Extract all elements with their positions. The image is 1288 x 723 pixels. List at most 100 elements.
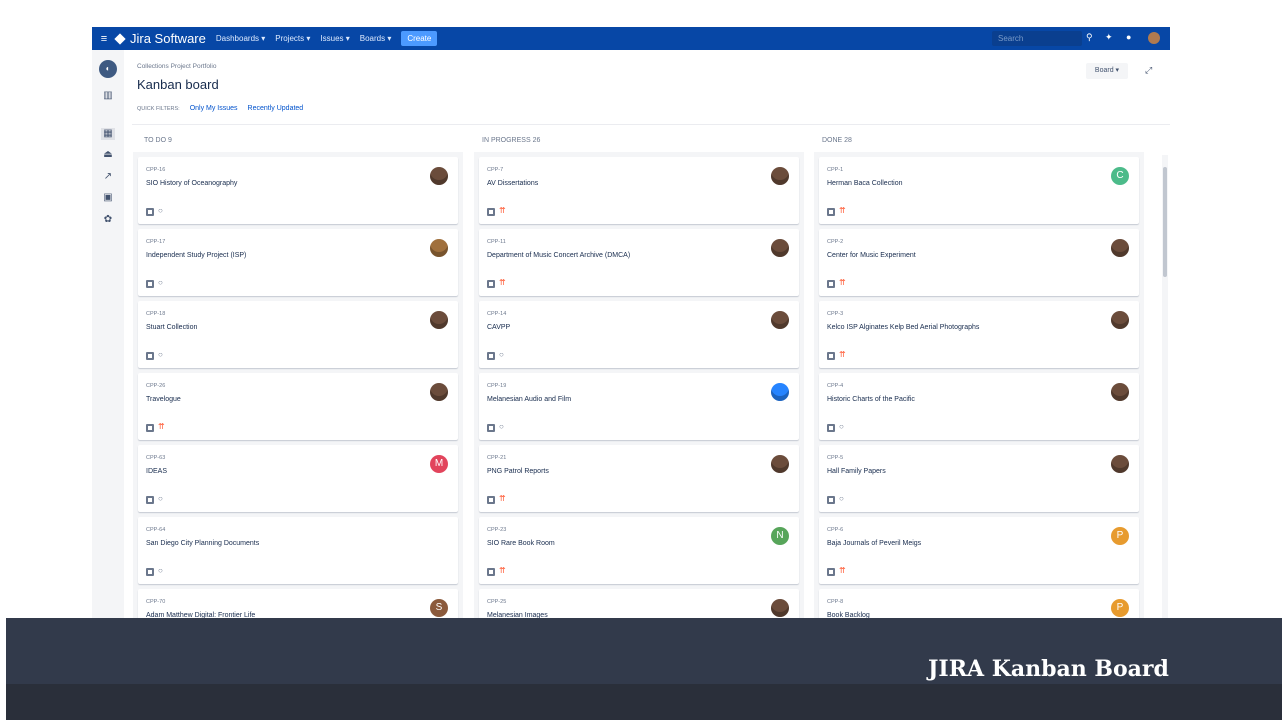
- issue-card[interactable]: CPP-11 Department of Music Concert Archiv…: [479, 229, 799, 296]
- issue-key[interactable]: CPP-7: [487, 167, 503, 173]
- issue-key[interactable]: CPP-14: [487, 311, 506, 317]
- issue-key[interactable]: CPP-18: [146, 311, 165, 317]
- issue-card[interactable]: CPP-4 Historic Charts of the Pacific ○: [819, 373, 1139, 440]
- issue-card[interactable]: CPP-23 SIO Rare Book Room ⇈ N: [479, 517, 799, 584]
- nav-boards[interactable]: Boards ▾: [360, 34, 392, 43]
- issue-summary: Historic Charts of the Pacific: [827, 396, 915, 403]
- assignee-avatar[interactable]: C: [1111, 167, 1129, 185]
- issue-key[interactable]: CPP-8: [827, 599, 843, 605]
- assignee-avatar[interactable]: P: [1111, 527, 1129, 545]
- assignee-avatar[interactable]: N: [771, 527, 789, 545]
- assignee-avatar[interactable]: [771, 167, 789, 185]
- issue-key[interactable]: CPP-3: [827, 311, 843, 317]
- assignee-avatar[interactable]: [1111, 311, 1129, 329]
- issue-card[interactable]: CPP-19 Melanesian Audio and Film ○: [479, 373, 799, 440]
- search-icon[interactable]: ⚲: [1086, 32, 1093, 43]
- issue-card[interactable]: CPP-5 Hall Family Papers ○: [819, 445, 1139, 512]
- issue-key[interactable]: CPP-1: [827, 167, 843, 173]
- issue-key[interactable]: CPP-64: [146, 527, 165, 533]
- issue-type-icon: [146, 352, 154, 360]
- assignee-avatar[interactable]: [1111, 383, 1129, 401]
- assignee-avatar[interactable]: [771, 311, 789, 329]
- issue-card[interactable]: CPP-16 SIO History of Oceanography ○: [138, 157, 458, 224]
- fullscreen-icon[interactable]: ⤢: [1145, 65, 1152, 76]
- issue-card[interactable]: CPP-63 IDEAS ○ M: [138, 445, 458, 512]
- nav-projects[interactable]: Projects ▾: [275, 34, 310, 43]
- issue-type-icon: [827, 352, 835, 360]
- issue-key[interactable]: CPP-16: [146, 167, 165, 173]
- issue-key[interactable]: CPP-25: [487, 599, 506, 605]
- assignee-avatar[interactable]: [430, 239, 448, 257]
- issue-summary: Travelogue: [146, 396, 181, 403]
- issue-type-icon: [827, 424, 835, 432]
- issue-card[interactable]: CPP-14 CAVPP ○: [479, 301, 799, 368]
- assignee-avatar[interactable]: [771, 239, 789, 257]
- filter-recently-updated[interactable]: Recently Updated: [248, 105, 304, 112]
- issue-key[interactable]: CPP-2: [827, 239, 843, 245]
- issue-key[interactable]: CPP-11: [487, 239, 506, 245]
- issue-card[interactable]: CPP-3 Kelco ISP Alginates Kelp Bed Aerial…: [819, 301, 1139, 368]
- issue-card[interactable]: CPP-7 AV Dissertations ⇈: [479, 157, 799, 224]
- backlog-icon[interactable]: ▥: [101, 90, 115, 102]
- issue-key[interactable]: CPP-6: [827, 527, 843, 533]
- issue-card[interactable]: CPP-17 Independent Study Project (ISP) ○: [138, 229, 458, 296]
- issue-key[interactable]: CPP-19: [487, 383, 506, 389]
- priority-low-icon: ○: [839, 422, 844, 431]
- issue-key[interactable]: CPP-21: [487, 455, 506, 461]
- assignee-avatar[interactable]: [771, 383, 789, 401]
- issue-key[interactable]: CPP-23: [487, 527, 506, 533]
- assignee-avatar[interactable]: [771, 455, 789, 473]
- assignee-avatar[interactable]: [430, 383, 448, 401]
- issue-card[interactable]: CPP-1 Herman Baca Collection ⇈ C: [819, 157, 1139, 224]
- issue-card[interactable]: CPP-64 San Diego City Planning Documents ○: [138, 517, 458, 584]
- scrollbar-thumb[interactable]: [1163, 167, 1167, 277]
- nav-issues[interactable]: Issues ▾: [320, 34, 349, 43]
- issue-card[interactable]: CPP-18 Stuart Collection ○: [138, 301, 458, 368]
- reports-icon[interactable]: ↗: [101, 171, 115, 183]
- issue-key[interactable]: CPP-70: [146, 599, 165, 605]
- column-in-progress: CPP-7 AV Dissertations ⇈ CPP-11 Department o…: [474, 152, 804, 639]
- issue-summary: PNG Patrol Reports: [487, 468, 549, 475]
- releases-icon[interactable]: ⏏: [101, 149, 115, 161]
- board-icon[interactable]: ▦: [101, 128, 115, 140]
- menu-icon[interactable]: ≡: [92, 33, 116, 45]
- board-menu-button[interactable]: Board ▾: [1086, 63, 1128, 79]
- assignee-avatar[interactable]: P: [1111, 599, 1129, 617]
- issue-card[interactable]: CPP-2 Center for Music Experiment ⇈: [819, 229, 1139, 296]
- issue-summary: Department of Music Concert Archive (DMC…: [487, 252, 631, 259]
- project-avatar[interactable]: ◐: [99, 60, 117, 78]
- issue-card[interactable]: CPP-26 Travelogue ⇈: [138, 373, 458, 440]
- priority-low-icon: ○: [499, 422, 504, 431]
- assignee-avatar[interactable]: [1111, 239, 1129, 257]
- issue-card[interactable]: CPP-21 PNG Patrol Reports ⇈: [479, 445, 799, 512]
- assignee-avatar[interactable]: [430, 167, 448, 185]
- issue-type-icon: [146, 496, 154, 504]
- notifications-icon[interactable]: ✦: [1105, 32, 1113, 43]
- create-button[interactable]: Create: [401, 31, 438, 46]
- search-input[interactable]: Search: [992, 31, 1082, 46]
- assignee-avatar[interactable]: M: [430, 455, 448, 473]
- board-scrollbar[interactable]: [1162, 155, 1168, 639]
- issue-key[interactable]: CPP-26: [146, 383, 165, 389]
- issue-key[interactable]: CPP-17: [146, 239, 165, 245]
- issue-key[interactable]: CPP-4: [827, 383, 843, 389]
- breadcrumb[interactable]: Collections Project Portfolio: [137, 63, 216, 70]
- quick-filters: QUICK FILTERS: Only My Issues Recently U…: [137, 105, 303, 112]
- help-icon[interactable]: ●: [1126, 32, 1131, 42]
- user-avatar[interactable]: [1148, 32, 1160, 44]
- assignee-avatar[interactable]: [771, 599, 789, 617]
- filter-only-my-issues[interactable]: Only My Issues: [190, 105, 238, 112]
- priority-high-icon: ⇈: [499, 206, 506, 215]
- add-item-icon[interactable]: ✿: [101, 214, 115, 226]
- issue-type-icon: [146, 280, 154, 288]
- assignee-avatar[interactable]: [1111, 455, 1129, 473]
- assignee-avatar[interactable]: S: [430, 599, 448, 617]
- issue-key[interactable]: CPP-63: [146, 455, 165, 461]
- issue-key[interactable]: CPP-5: [827, 455, 843, 461]
- column-header-done: DONE 28: [822, 137, 852, 144]
- components-icon[interactable]: ▣: [101, 192, 115, 204]
- nav-dashboards[interactable]: Dashboards ▾: [216, 34, 265, 43]
- assignee-avatar[interactable]: [430, 311, 448, 329]
- issue-card[interactable]: CPP-6 Baja Journals of Peveril Meigs ⇈ P: [819, 517, 1139, 584]
- product-logo[interactable]: Jira Software: [114, 31, 206, 46]
